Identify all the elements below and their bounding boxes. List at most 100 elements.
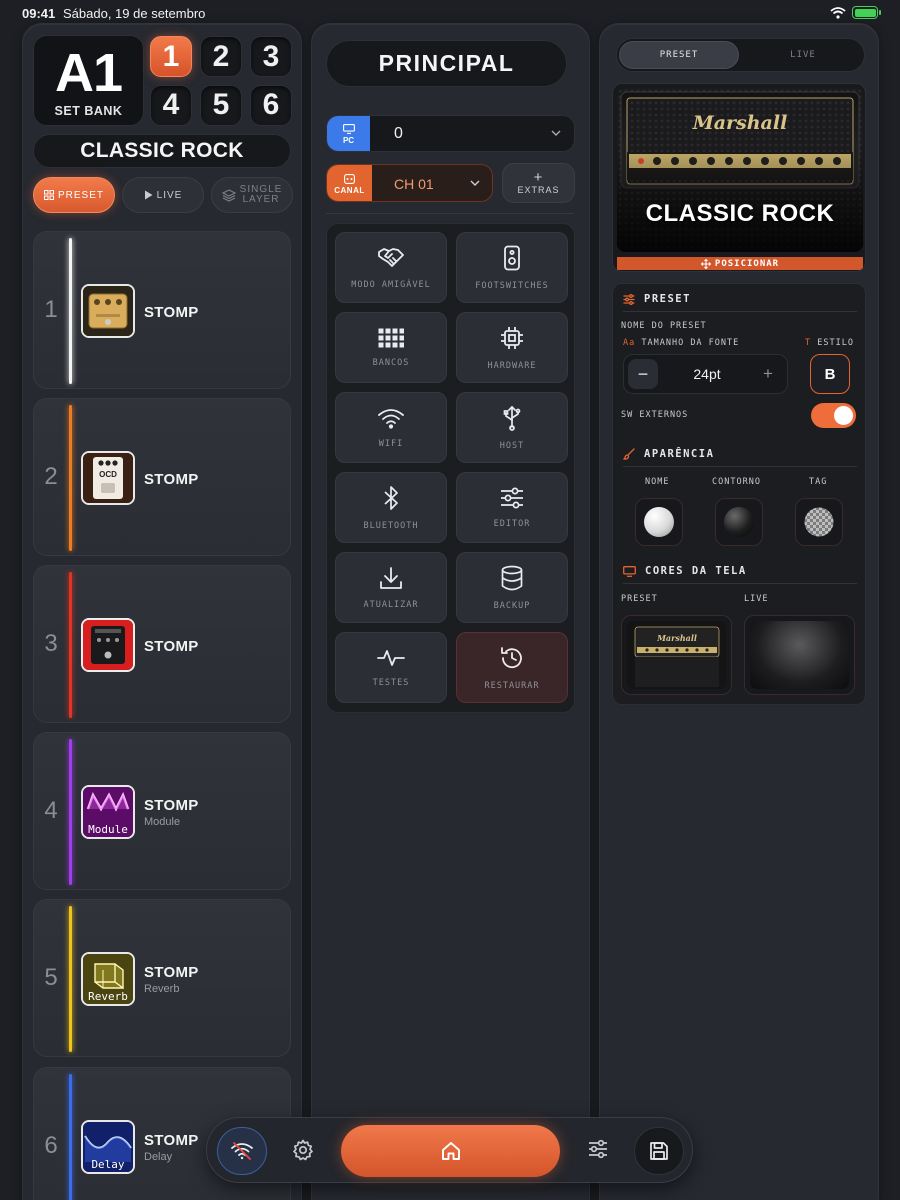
amp-preset-title: CLASSIC ROCK (645, 200, 835, 227)
stomp-reverb-thumbnail: Reverb (81, 952, 135, 1006)
extras-button[interactable]: + EXTRAS (502, 163, 575, 203)
tag-color-swatch[interactable] (795, 498, 843, 546)
stomp-slot-4[interactable]: 4 Module STOMP Module (33, 732, 291, 890)
mode-layer-label: LAYER (242, 194, 280, 205)
live-screen-thumb[interactable] (744, 615, 855, 695)
stomp-module-thumbnail: Module (81, 785, 135, 839)
seg-live-tab[interactable]: LIVE (743, 41, 863, 69)
stomp-thumb-label: Reverb (88, 990, 128, 1003)
pc-tag-label: PC (342, 136, 355, 145)
tile-bluetooth[interactable]: BLUETOOTH (335, 472, 447, 543)
canal-tag: CANAL (327, 165, 372, 201)
wifi-icon (378, 408, 404, 429)
divider (326, 213, 574, 214)
sliders-small-icon (623, 293, 635, 305)
posicionar-label: POSICIONAR (714, 258, 780, 269)
seg-preset-tab[interactable]: PRESET (619, 41, 739, 69)
database-icon (501, 565, 523, 590)
tile-restaurar[interactable]: RESTAURAR (456, 632, 568, 703)
preset-button-1[interactable]: 1 (150, 36, 192, 77)
stomp-slot-5[interactable]: 5 Reverb STOMP Reverb (33, 899, 291, 1057)
stomp-number: 6 (44, 1132, 58, 1159)
stomp-name: STOMP (144, 471, 199, 488)
tile-wifi[interactable]: WIFI (335, 392, 447, 463)
stomp-slot-1[interactable]: 1 STOMP (33, 231, 291, 389)
stomp-slot-3[interactable]: 3 STOMP (33, 565, 291, 723)
wifi-off-button[interactable] (217, 1127, 267, 1175)
tile-host[interactable]: HOST (456, 392, 568, 463)
gear-icon[interactable] (291, 1138, 315, 1162)
home-icon (441, 1142, 460, 1160)
tile-testes[interactable]: TESTES (335, 632, 447, 703)
bank-code: A1 (54, 43, 123, 103)
stomp-slot-2[interactable]: 2 OCD STOMP (33, 398, 291, 556)
battery-icon (852, 6, 881, 19)
tile-label: HARDWARE (487, 360, 537, 371)
estilo-text: ESTILO (817, 338, 854, 348)
stomp-name: STOMP (144, 797, 199, 814)
posicionar-button[interactable]: POSICIONAR (617, 257, 863, 270)
font-size-value: 24pt (693, 366, 721, 382)
mode-selector: PRESET LIVE SINGLE LAYER (33, 177, 293, 213)
svg-text:OCD: OCD (99, 470, 117, 479)
monitor-icon (342, 124, 355, 134)
mode-single-layer-button[interactable]: SINGLE LAYER (211, 177, 293, 213)
preset-button-5[interactable]: 5 (200, 84, 242, 126)
sliders-icon (501, 487, 523, 508)
stomp-color-bar (69, 572, 72, 718)
pulse-icon (377, 649, 405, 666)
mode-preset-label: PRESET (57, 189, 104, 201)
stomp-color-bar (69, 238, 72, 384)
preset-button-2[interactable]: 2 (200, 36, 242, 77)
divider (623, 583, 857, 584)
canal-select[interactable]: CANAL CH 01 (326, 164, 493, 202)
decrease-font-button[interactable]: − (628, 359, 658, 389)
preset-screen-thumb[interactable]: Marshall (621, 615, 732, 695)
preset-button-3[interactable]: 3 (250, 36, 292, 77)
live-thumb-label: LIVE (744, 594, 769, 604)
mode-preset-button[interactable]: PRESET (33, 177, 115, 213)
contorno-color-swatch[interactable] (715, 498, 763, 546)
preset-button-4[interactable]: 4 (150, 84, 192, 126)
sliders-icon[interactable] (587, 1139, 609, 1159)
plus-icon: + (533, 169, 544, 186)
aparencia-title: APARÊNCIA (644, 448, 715, 460)
stomp-number: 2 (44, 463, 58, 490)
status-indicators (830, 6, 881, 19)
tile-bancos[interactable]: BANCOS (335, 312, 447, 383)
bold-style-button[interactable]: B (810, 354, 850, 394)
transparent-swatch (804, 507, 834, 537)
home-button[interactable] (341, 1125, 560, 1177)
tile-editor[interactable]: EDITOR (456, 472, 568, 543)
tile-modo-amigavel[interactable]: MODO AMIGÁVEL (335, 232, 447, 303)
tag-color-label: TAG (809, 477, 828, 487)
tile-footswitches[interactable]: FOOTSWITCHES (456, 232, 568, 303)
stomp-thumb-label: Module (88, 823, 128, 836)
bluetooth-icon (384, 485, 398, 510)
preset-live-toggle: PRESET LIVE (616, 38, 865, 72)
preset-name-display[interactable]: CLASSIC ROCK (33, 134, 291, 168)
stomp-color-bar (69, 1074, 72, 1200)
preset-number-grid: 1 2 3 4 5 6 (150, 36, 294, 126)
tile-backup[interactable]: BACKUP (456, 552, 568, 623)
tile-label: BANCOS (372, 357, 410, 368)
cores-title: CORES DA TELA (645, 565, 747, 577)
tile-label: MODO AMIGÁVEL (351, 279, 431, 290)
amp-brand-logo: Marshall (692, 112, 788, 134)
sw-externos-toggle[interactable] (811, 403, 856, 428)
mode-live-button[interactable]: LIVE (122, 177, 204, 213)
tile-hardware[interactable]: HARDWARE (456, 312, 568, 383)
pc-select[interactable]: PC 0 (326, 115, 575, 152)
preset-button-6[interactable]: 6 (250, 84, 292, 126)
chip-icon (501, 326, 523, 349)
usb-icon (503, 405, 521, 431)
nome-color-label: NOME (645, 477, 670, 487)
bank-display[interactable]: A1 SET BANK (33, 35, 144, 126)
mode-live-label: LIVE (156, 189, 183, 201)
increase-font-button[interactable]: + (753, 359, 783, 389)
estilo-label: T ESTILO (805, 338, 854, 348)
save-button[interactable] (634, 1127, 684, 1175)
nome-color-swatch[interactable] (635, 498, 683, 546)
pc-value: 0 (394, 125, 403, 142)
tile-atualizar[interactable]: ATUALIZAR (335, 552, 447, 623)
